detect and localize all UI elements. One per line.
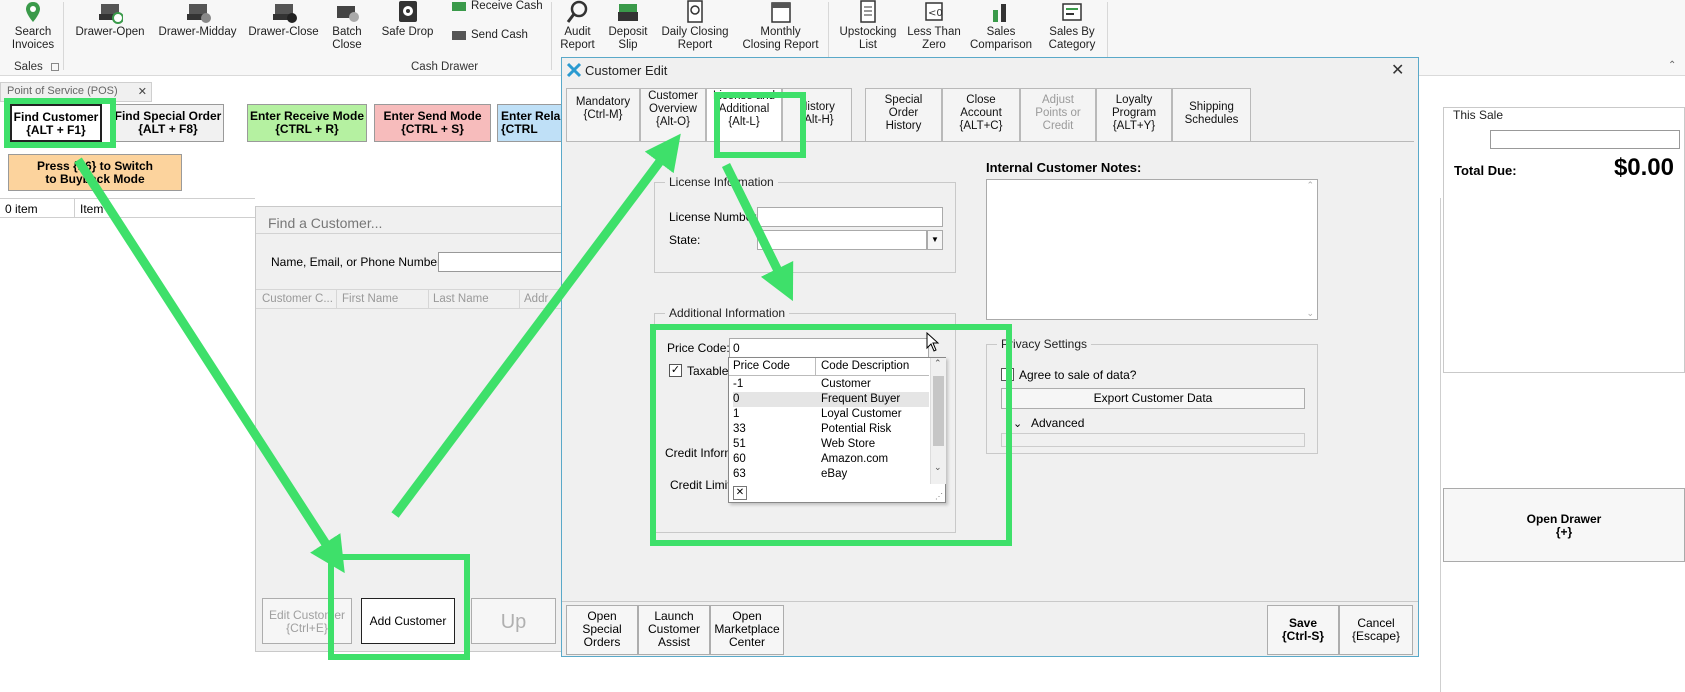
annotation-arrows — [74, 133, 794, 574]
arrow-license-to-price — [721, 163, 794, 302]
arrow-add-to-overview — [391, 133, 681, 518]
arrow-find-to-add — [74, 157, 345, 574]
mouse-cursor-icon — [926, 331, 940, 355]
